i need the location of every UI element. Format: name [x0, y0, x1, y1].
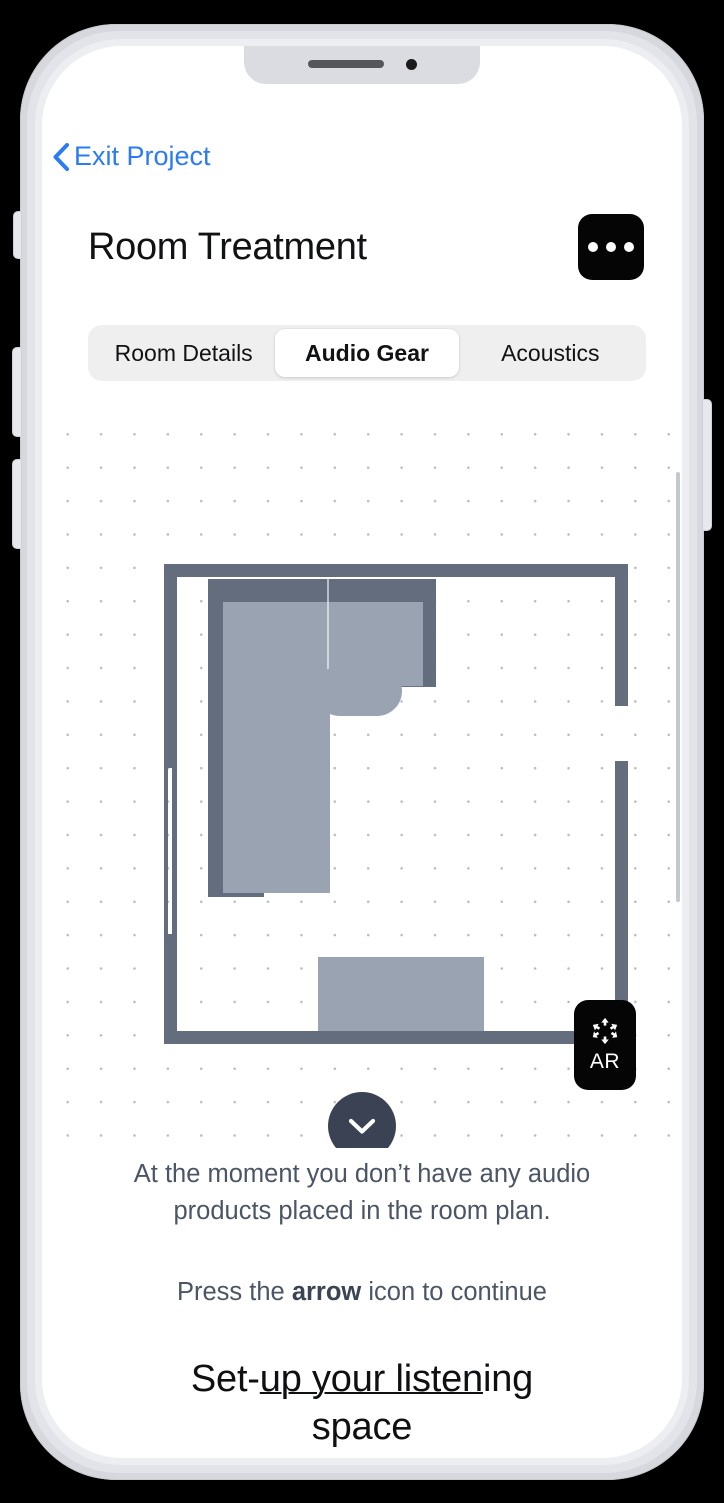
app-content: Exit Project Room Treatment Room Details…: [42, 46, 682, 1458]
ellipsis-icon-dot-2: [606, 242, 616, 252]
hint-bold-word: arrow: [291, 1278, 362, 1306]
wall-top: [164, 564, 628, 577]
hint-prefix: Press the: [177, 1278, 292, 1306]
ar-button-label: AR: [589, 1050, 621, 1073]
chevron-left-icon: [53, 142, 69, 171]
speaker-grille-icon: [308, 60, 384, 68]
phone-screen: Exit Project Room Treatment Room Details…: [42, 46, 682, 1458]
power-button[interactable]: [703, 400, 711, 530]
more-options-button[interactable]: [578, 214, 644, 280]
cta-line1-start: Set-: [190, 1358, 260, 1400]
hint-text: Press the arrow icon to continue: [98, 1278, 626, 1307]
left-wall-window-mullion-2: [172, 768, 177, 934]
ar-view-button[interactable]: AR: [574, 1000, 636, 1090]
front-camera-icon: [406, 59, 417, 70]
chevron-down-icon: [348, 1118, 376, 1134]
page-title: Room Treatment: [88, 225, 367, 268]
plan-scrollbar[interactable]: [676, 472, 680, 902]
wall-bottom: [164, 1031, 628, 1044]
tab-audio-gear[interactable]: Audio Gear: [275, 329, 459, 377]
cta-line1-underlined: up your listen: [259, 1358, 483, 1400]
media-unit: [318, 957, 484, 1031]
volume-up-button[interactable]: [13, 348, 21, 436]
ellipsis-icon-dot-3: [624, 242, 634, 252]
cta-line2: space: [311, 1405, 413, 1448]
exit-project-button[interactable]: Exit Project: [52, 141, 211, 172]
header-row: Room Treatment: [88, 214, 644, 280]
wall-left-lower: [164, 934, 177, 1044]
wall-left-upper: [164, 564, 177, 768]
wall-right-upper: [615, 564, 628, 706]
cta-line1-end: ing: [483, 1358, 534, 1400]
volume-down-button[interactable]: [13, 460, 21, 548]
tab-acoustics[interactable]: Acoustics: [459, 329, 642, 377]
silent-switch-button[interactable]: [14, 212, 21, 258]
ellipsis-icon-dot-1: [588, 242, 598, 252]
coffee-table: [315, 666, 402, 716]
screenshot-stage: Exit Project Room Treatment Room Details…: [0, 0, 724, 1503]
phone-notch: [244, 46, 480, 84]
exit-project-label: Exit Project: [74, 141, 211, 171]
tab-room-details[interactable]: Room Details: [92, 329, 275, 377]
room-plan-canvas[interactable]: AR: [42, 430, 682, 1148]
empty-state-text: At the moment you don’t have any audio p…: [133, 1160, 591, 1225]
ar-cube-icon: [592, 1017, 618, 1045]
sofa-frame-right: [422, 579, 436, 687]
left-wall-window-mullion-1: [164, 768, 168, 934]
segmented-tabbar: Room Details Audio Gear Acoustics: [88, 325, 646, 381]
setup-listening-space-heading[interactable]: Set-up your listening space: [78, 1356, 646, 1451]
hint-suffix: icon to continue: [361, 1278, 547, 1306]
